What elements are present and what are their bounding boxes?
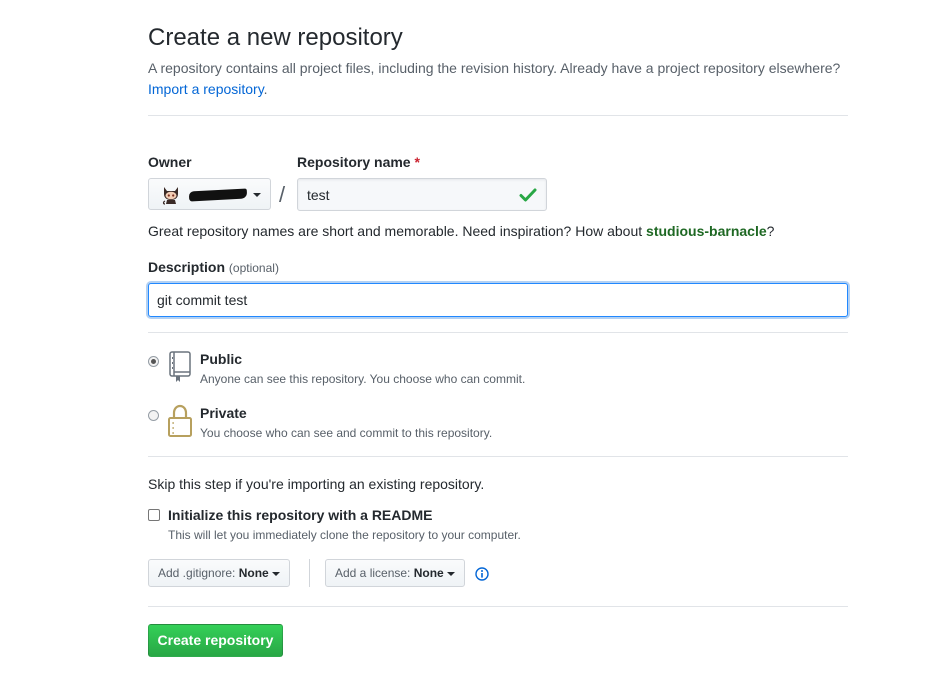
private-option-title[interactable]: Private (200, 405, 247, 421)
chevron-down-icon (272, 571, 281, 576)
repo-name-input[interactable] (297, 178, 547, 211)
page-title: Create a new repository (148, 24, 403, 51)
required-marker: * (414, 154, 420, 170)
license-prefix: Add a license: (335, 566, 411, 580)
gitignore-value: None (238, 566, 269, 580)
info-icon[interactable] (475, 567, 489, 581)
lock-icon (168, 404, 192, 437)
create-repository-button[interactable]: Create repository (148, 624, 283, 657)
description-label: Description (optional) (148, 259, 279, 275)
readme-label[interactable]: Initialize this repository with a README (168, 507, 432, 523)
repo-name-label: Repository name * (297, 154, 420, 170)
public-option-title[interactable]: Public (200, 351, 242, 367)
private-option-note: You choose who can see and commit to thi… (200, 426, 493, 440)
gitignore-prefix: Add .gitignore: (158, 566, 236, 580)
divider (148, 332, 848, 333)
owner-label: Owner (148, 154, 192, 170)
import-repository-link[interactable]: Import a repository (148, 81, 264, 97)
gitignore-select-button[interactable]: Add .gitignore: None (148, 559, 291, 587)
chevron-down-icon (253, 193, 261, 197)
license-select-button[interactable]: Add a license: None (325, 559, 466, 587)
private-radio[interactable] (148, 410, 159, 421)
readme-note: This will let you immediately clone the … (168, 528, 521, 542)
subtitle-text: A repository contains all project files,… (148, 60, 841, 76)
repo-name-hint: Great repository names are short and mem… (148, 223, 774, 239)
divider (148, 115, 848, 116)
name-suggestion-link[interactable]: studious-barnacle (646, 223, 767, 239)
owner-name-redacted (188, 188, 248, 202)
divider (148, 606, 848, 607)
skip-step-note: Skip this step if you're importing an ex… (148, 476, 485, 492)
divider (148, 456, 848, 457)
divider (309, 559, 310, 587)
subtitle-period: . (263, 81, 268, 97)
octocat-avatar-icon (162, 187, 178, 205)
hint-text: Great repository names are short and mem… (148, 223, 643, 239)
repo-name-label-text: Repository name (297, 154, 411, 170)
public-option-note: Anyone can see this repository. You choo… (200, 372, 526, 386)
chevron-down-icon (447, 571, 456, 576)
license-value: None (413, 566, 444, 580)
readme-checkbox[interactable] (148, 509, 160, 521)
hint-suffix: ? (766, 223, 775, 239)
optional-tag: (optional) (228, 261, 279, 275)
public-radio[interactable] (148, 356, 159, 367)
description-input[interactable] (148, 283, 848, 317)
page-subtitle: A repository contains all project files,… (148, 58, 858, 100)
repo-book-icon (169, 351, 191, 382)
check-icon (519, 188, 537, 202)
owner-select-button[interactable] (148, 178, 271, 210)
description-label-text: Description (148, 259, 226, 275)
owner-repo-separator: / (279, 182, 286, 207)
